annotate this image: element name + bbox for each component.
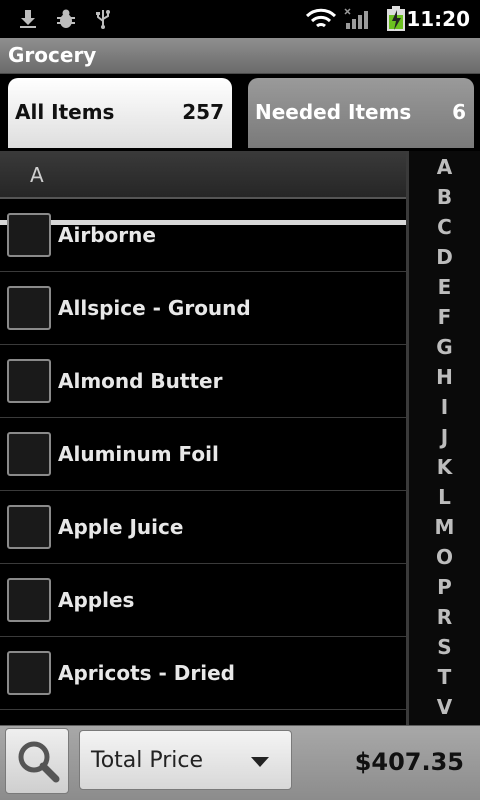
section-header: A (0, 151, 406, 199)
index-letter[interactable]: J (409, 425, 480, 449)
tab-label: All Items (15, 100, 115, 124)
search-icon (18, 741, 60, 783)
index-letter[interactable]: A (409, 155, 480, 179)
index-letter[interactable]: E (409, 275, 480, 299)
item-checkbox[interactable] (7, 359, 51, 403)
tab-needed-items[interactable]: Needed Items 6 (248, 78, 474, 148)
usb-icon (96, 10, 110, 29)
list-item[interactable]: Airborne (0, 199, 406, 272)
index-letter[interactable]: B (409, 185, 480, 209)
alphabet-index[interactable]: ABCDEFGHIJKLMOPRSTV (406, 151, 480, 725)
list-item[interactable]: Allspice - Ground (0, 272, 406, 345)
item-name: Apples (58, 588, 135, 612)
item-name: Apricots - Dried (58, 661, 236, 685)
index-letter[interactable]: T (409, 665, 480, 689)
index-letter[interactable]: O (409, 545, 480, 569)
chevron-down-icon (251, 757, 269, 767)
index-letter[interactable]: C (409, 215, 480, 239)
tab-count: 257 (182, 100, 224, 124)
index-letter[interactable]: F (409, 305, 480, 329)
list-item[interactable]: Apple Juice (0, 491, 406, 564)
item-name: Aluminum Foil (58, 442, 219, 466)
item-list[interactable]: Airborne Allspice - Ground Almond Butter… (0, 199, 406, 725)
index-letter[interactable]: P (409, 575, 480, 599)
item-name: Almond Butter (58, 369, 223, 393)
battery-charging-icon (387, 6, 405, 31)
index-letter[interactable]: I (409, 395, 480, 419)
signal-icon (344, 8, 368, 29)
wifi-icon (305, 8, 337, 28)
bottom-bar: Total Price $407.35 (0, 725, 480, 800)
list-item[interactable]: Apricots - Dried (0, 637, 406, 710)
index-letter[interactable]: S (409, 635, 480, 659)
item-name: Allspice - Ground (58, 296, 251, 320)
index-letter[interactable]: L (409, 485, 480, 509)
index-letter[interactable]: G (409, 335, 480, 359)
tab-all-items[interactable]: All Items 257 (8, 78, 232, 148)
item-checkbox[interactable] (7, 286, 51, 330)
status-bar: 11:20 (0, 0, 480, 38)
tab-label: Needed Items (255, 100, 412, 124)
item-checkbox[interactable] (7, 213, 51, 257)
tab-bar: All Items 257 Needed Items 6 (0, 74, 480, 225)
index-letter[interactable]: H (409, 365, 480, 389)
item-checkbox[interactable] (7, 578, 51, 622)
tab-count: 6 (452, 100, 466, 124)
index-letter[interactable]: D (409, 245, 480, 269)
list-item[interactable]: Aluminum Foil (0, 418, 406, 491)
bug-icon (57, 9, 75, 28)
download-icon (20, 10, 36, 28)
item-name: Apple Juice (58, 515, 184, 539)
index-letter[interactable]: K (409, 455, 480, 479)
dropdown-value: Total Price (91, 748, 204, 773)
item-checkbox[interactable] (7, 505, 51, 549)
index-letter[interactable]: V (409, 695, 480, 719)
total-price: $407.35 (354, 748, 464, 776)
title-bar: Grocery (0, 38, 480, 74)
item-checkbox[interactable] (7, 432, 51, 476)
item-name: Airborne (58, 223, 156, 247)
clock: 11:20 (406, 7, 470, 31)
item-checkbox[interactable] (7, 651, 51, 695)
index-letter[interactable]: R (409, 605, 480, 629)
list-item[interactable]: Apples (0, 564, 406, 637)
sort-dropdown[interactable]: Total Price (79, 730, 292, 790)
index-letter[interactable]: M (409, 515, 480, 539)
section-letter: A (30, 163, 44, 187)
list-item[interactable]: Almond Butter (0, 345, 406, 418)
app-title: Grocery (8, 43, 97, 67)
search-button[interactable] (5, 728, 69, 794)
